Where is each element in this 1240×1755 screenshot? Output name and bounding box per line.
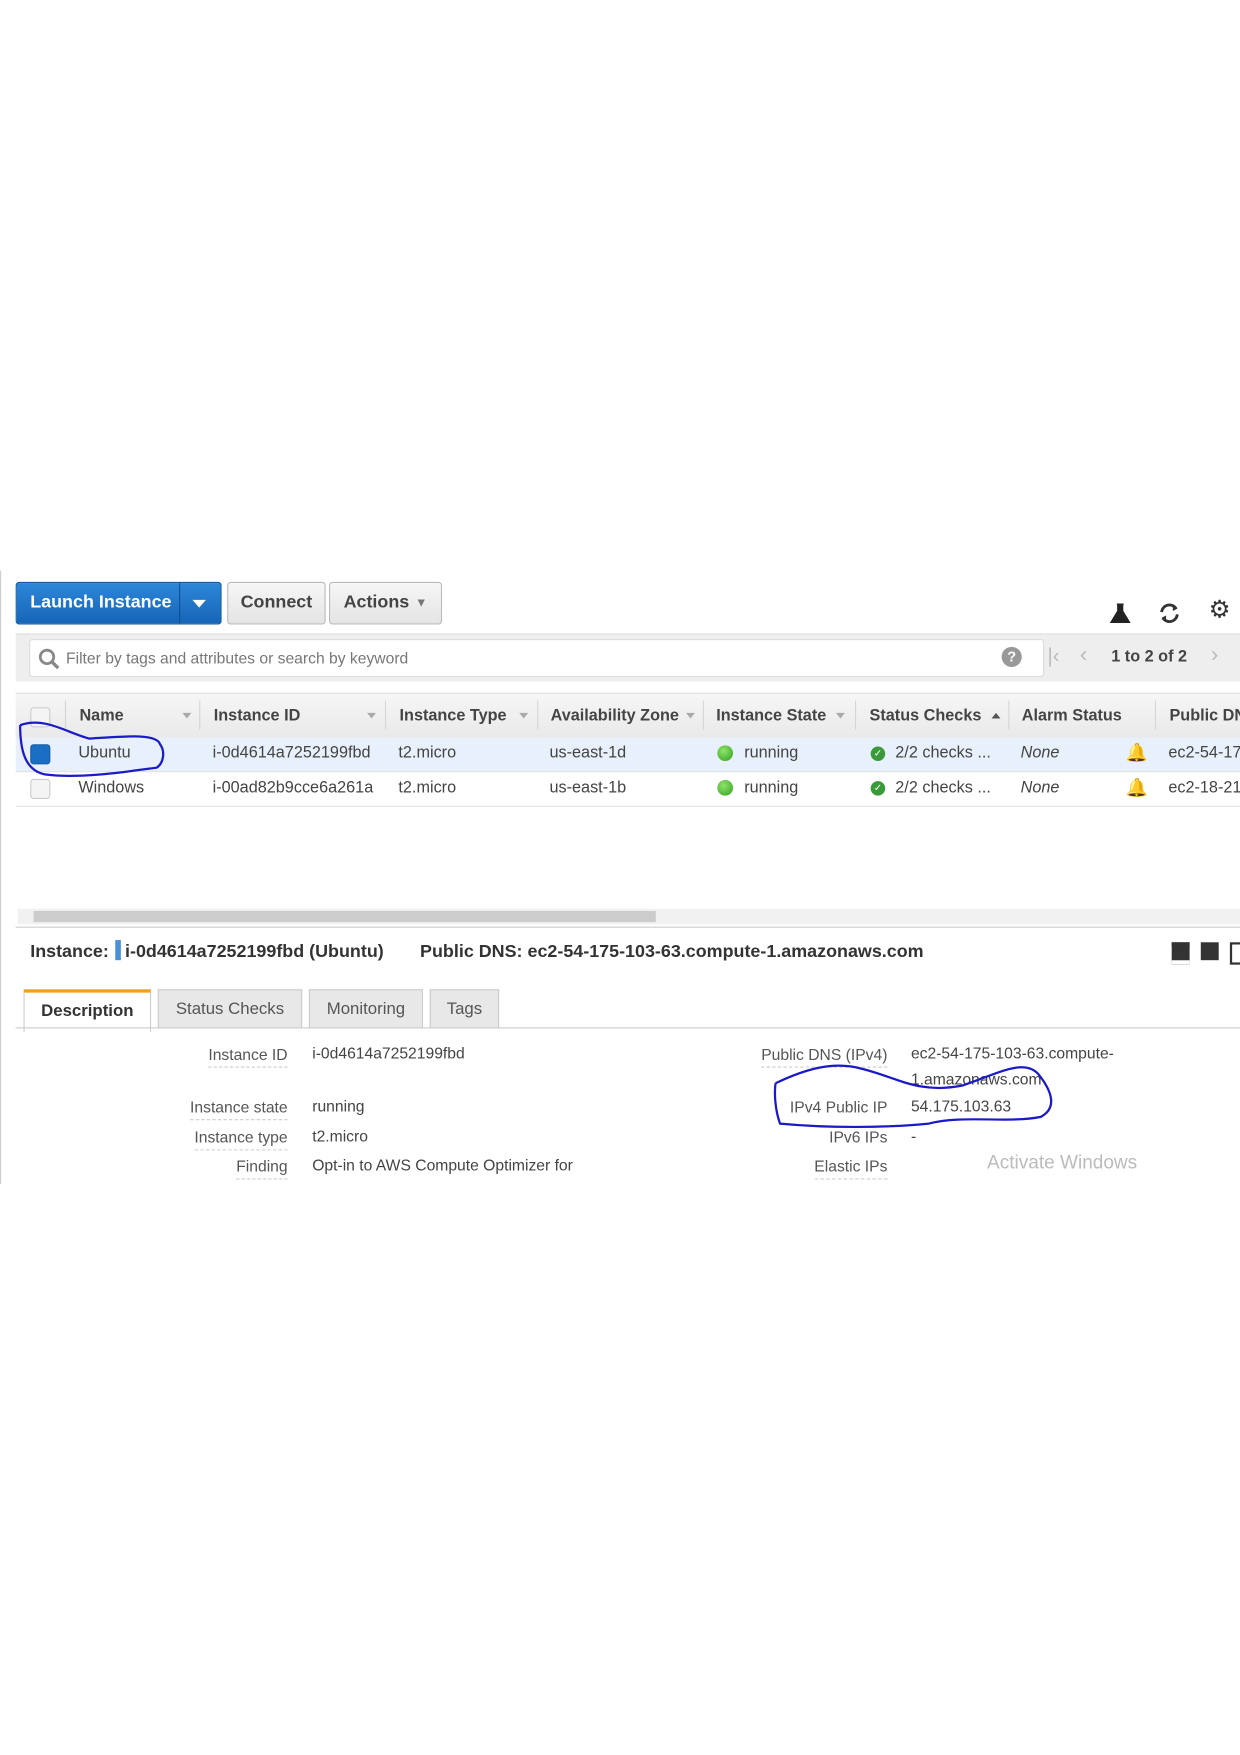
flask-icon[interactable] [1109,602,1131,624]
dns-value: ec2-54-175-103-63.compute-1.amazonaws.co… [527,942,924,962]
column-status-checks[interactable]: Status Checks [870,707,982,725]
prev-page-icon[interactable]: ‹ [1080,642,1087,668]
cell-status-checks: 2/2 checks ... [895,778,991,797]
column-instance-id[interactable]: Instance ID [214,707,301,725]
first-page-icon[interactable]: |‹ [1047,645,1059,669]
label-ipv6: IPv6 IPs [829,1128,888,1146]
value-ipv4-public-ip: 54.175.103.63 [910,1096,1012,1115]
check-passed-icon: ✓ [870,746,886,761]
running-status-icon [717,780,734,796]
connect-button[interactable]: Connect [227,581,326,625]
search-input[interactable]: Filter by tags and attributes or search … [29,639,1045,678]
cell-instance-type: t2.micro [398,778,457,797]
activate-windows-watermark: Activate Windows [987,1151,1138,1173]
cell-name: Ubuntu [78,744,131,763]
launch-instance-label: Launch Instance [30,593,172,613]
column-instance-type[interactable]: Instance Type [400,707,507,725]
table-row[interactable]: Windows i-00ad82b9cce6a261a t2.micro us-… [15,772,1240,807]
detail-header: Instance: i-0d4614a7252199fbd (Ubuntu) P… [30,940,924,962]
pagination-text: 1 to 2 of 2 [1111,647,1188,666]
label-public-dns: Public DNS (IPv4) [761,1045,888,1068]
select-all-checkbox[interactable] [30,707,51,728]
tab-status-checks[interactable]: Status Checks [157,989,303,1029]
running-status-icon [717,745,734,761]
panel-layout-icon[interactable] [1200,942,1219,961]
cell-state: running [744,744,799,763]
value-ipv6: - [910,1126,917,1145]
value-public-dns-cont: 1.amazonaws.com [910,1069,1042,1088]
add-alarm-icon[interactable]: 🔔 [1126,742,1148,764]
horizontal-scrollbar[interactable] [17,908,1240,925]
row-checkbox-checked[interactable] [30,744,51,765]
actions-button[interactable]: Actions ▼ [329,581,443,625]
column-instance-state[interactable]: Instance State [716,707,826,725]
search-icon [38,648,60,670]
value-public-dns: ec2-54-175-103-63.compute- [910,1044,1114,1063]
next-page-icon[interactable]: › [1211,642,1218,668]
table-row[interactable]: Ubuntu i-0d4614a7252199fbd t2.micro us-e… [15,737,1240,773]
column-name[interactable]: Name [79,707,123,725]
column-availability-zone[interactable]: Availability Zone [551,707,679,725]
tab-monitoring[interactable]: Monitoring [308,989,424,1029]
cell-status-checks: 2/2 checks ... [895,744,991,763]
cell-public-dns: ec2-18-21 [1168,778,1240,797]
label-instance-id: Instance ID [208,1045,288,1068]
value-instance-type: t2.micro [312,1126,368,1145]
value-finding: Opt-in to AWS Compute Optimizer for [312,1156,573,1174]
cell-instance-type: t2.micro [398,744,457,763]
cell-public-dns: ec2-54-17 [1168,744,1240,763]
caret-down-icon[interactable] [192,599,206,608]
chevron-down-icon: ▼ [415,596,428,610]
cell-alarm: None [1020,744,1060,763]
refresh-icon[interactable] [1157,602,1182,624]
column-public-dns[interactable]: Public DN [1169,707,1240,725]
cell-az: us-east-1d [549,744,627,763]
add-alarm-icon[interactable]: 🔔 [1126,777,1148,799]
label-elastic-ips: Elastic IPs [814,1157,888,1180]
cell-az: us-east-1b [549,778,627,797]
table-header: Name Instance ID Instance Type Availabil… [15,692,1240,739]
tab-tags[interactable]: Tags [429,989,500,1029]
search-placeholder: Filter by tags and attributes or search … [66,649,409,667]
label-instance-type: Instance type [194,1128,288,1151]
panel-layout-icon[interactable] [1229,942,1240,965]
resize-divider[interactable] [15,926,1240,928]
launch-instance-button[interactable]: Launch Instance [15,581,222,625]
label-instance-state: Instance state [190,1098,288,1121]
actions-label: Actions [343,593,410,613]
ec2-instances-panel: Launch Instance Connect Actions ▼ ⚙ Filt… [0,570,1240,1185]
dns-label: Public DNS: [420,942,523,962]
label-finding: Finding [236,1157,288,1180]
value-instance-id: i-0d4614a7252199fbd [312,1044,465,1063]
panel-layout-icon[interactable] [1171,942,1190,965]
row-checkbox[interactable] [30,778,51,800]
sort-asc-icon [991,712,1001,719]
instance-label: Instance: [30,942,109,962]
value-instance-state: running [312,1096,365,1115]
instance-value: i-0d4614a7252199fbd (Ubuntu) [125,942,384,962]
cell-instance-id: i-0d4614a7252199fbd [212,744,371,763]
tab-description[interactable]: Description [23,989,152,1032]
cell-alarm: None [1020,778,1060,797]
check-passed-icon: ✓ [870,781,886,796]
cell-state: running [744,778,799,797]
cell-instance-id: i-00ad82b9cce6a261a [212,778,374,797]
label-ipv4-public-ip: IPv4 Public IP [789,1097,888,1116]
cell-name: Windows [78,778,145,797]
gear-icon[interactable]: ⚙ [1209,595,1231,624]
filter-bar: Filter by tags and attributes or search … [15,634,1240,682]
column-alarm-status[interactable]: Alarm Status [1022,707,1122,725]
help-icon[interactable]: ? [1001,646,1022,667]
